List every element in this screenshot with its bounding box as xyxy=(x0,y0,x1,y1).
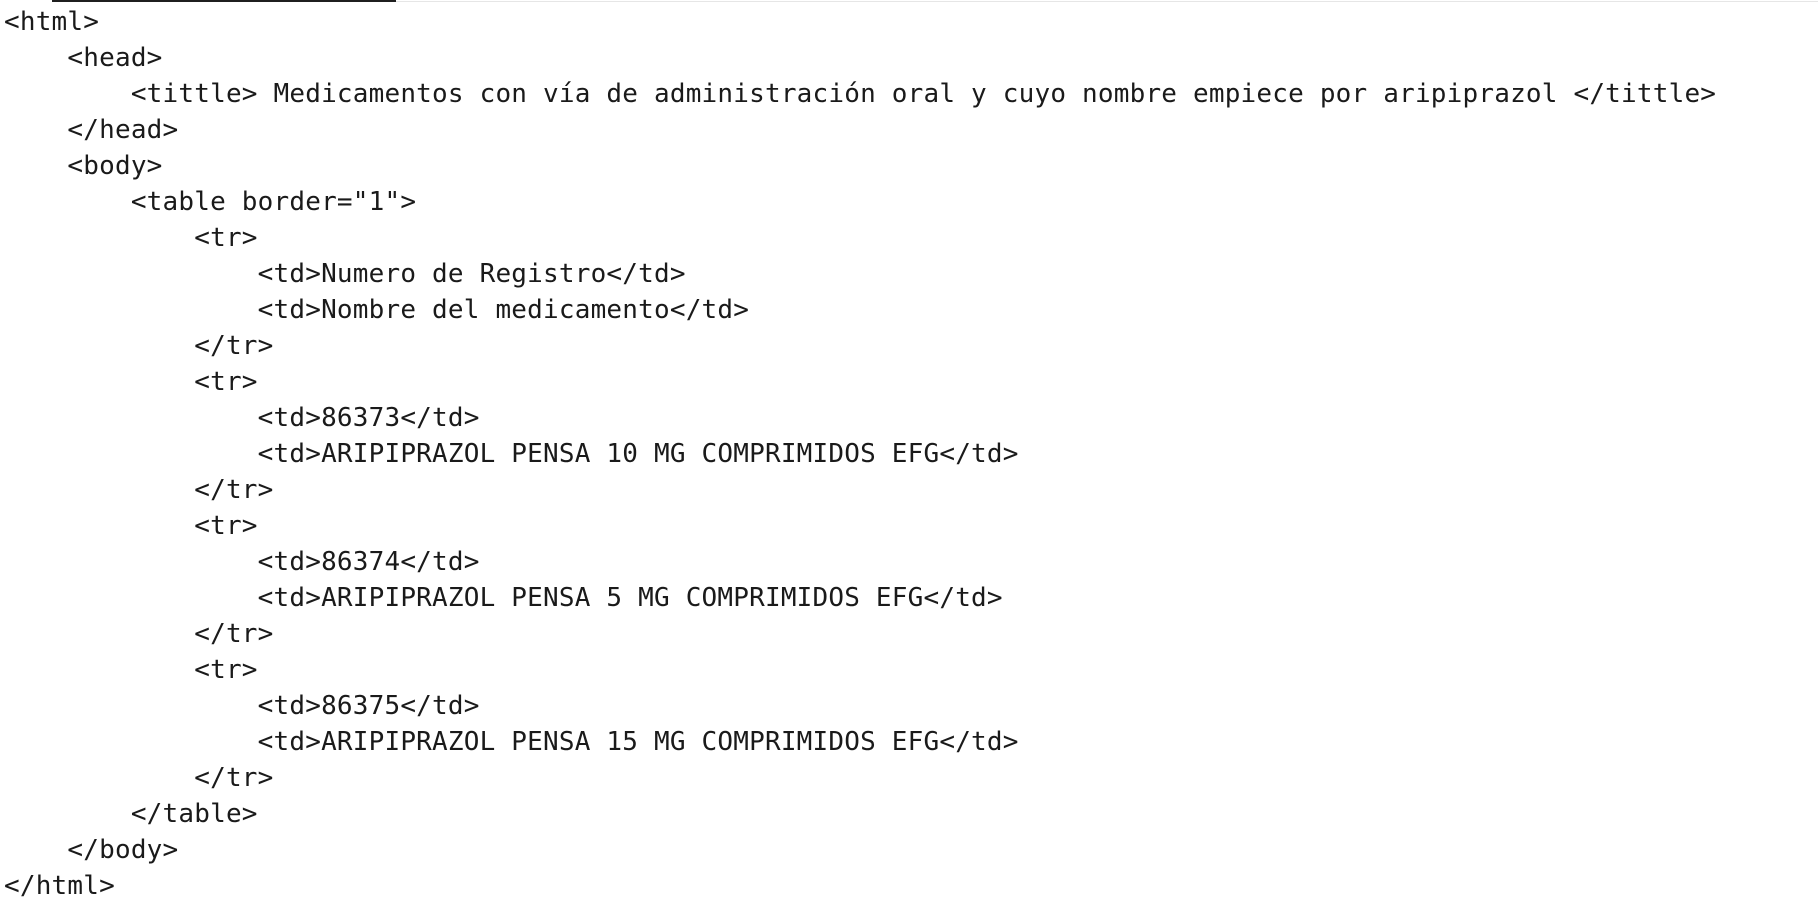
code-line[interactable]: <td>86375</td> xyxy=(4,688,1818,724)
code-line[interactable]: <head> xyxy=(4,40,1818,76)
code-line[interactable]: <td>ARIPIPRAZOL PENSA 5 MG COMPRIMIDOS E… xyxy=(4,580,1818,616)
code-line[interactable]: <tittle> Medicamentos con vía de adminis… xyxy=(4,76,1818,112)
code-line[interactable]: <tr> xyxy=(4,364,1818,400)
code-line[interactable]: <td>Numero de Registro</td> xyxy=(4,256,1818,292)
code-line[interactable]: <tr> xyxy=(4,508,1818,544)
code-line[interactable]: </body> xyxy=(4,832,1818,868)
code-line[interactable]: </head> xyxy=(4,112,1818,148)
code-line[interactable]: <html> xyxy=(4,4,1818,40)
code-line[interactable]: <tr> xyxy=(4,220,1818,256)
top-faint-border xyxy=(396,1,1818,2)
code-line[interactable]: <body> xyxy=(4,148,1818,184)
code-line[interactable]: </table> xyxy=(4,796,1818,832)
code-line[interactable]: </tr> xyxy=(4,760,1818,796)
code-line[interactable]: <td>ARIPIPRAZOL PENSA 15 MG COMPRIMIDOS … xyxy=(4,724,1818,760)
code-line[interactable]: <table border="1"> xyxy=(4,184,1818,220)
code-line[interactable]: <td>ARIPIPRAZOL PENSA 10 MG COMPRIMIDOS … xyxy=(4,436,1818,472)
code-line[interactable]: </tr> xyxy=(4,616,1818,652)
code-line[interactable]: <td>86373</td> xyxy=(4,400,1818,436)
code-line[interactable]: </tr> xyxy=(4,328,1818,364)
code-line[interactable]: <td>86374</td> xyxy=(4,544,1818,580)
code-line[interactable]: <td>Nombre del medicamento</td> xyxy=(4,292,1818,328)
top-border-line xyxy=(52,0,396,2)
code-line[interactable]: </html> xyxy=(4,868,1818,904)
code-line[interactable]: <tr> xyxy=(4,652,1818,688)
code-editor[interactable]: <html> <head> <tittle> Medicamentos con … xyxy=(4,4,1818,904)
code-line[interactable]: </tr> xyxy=(4,472,1818,508)
